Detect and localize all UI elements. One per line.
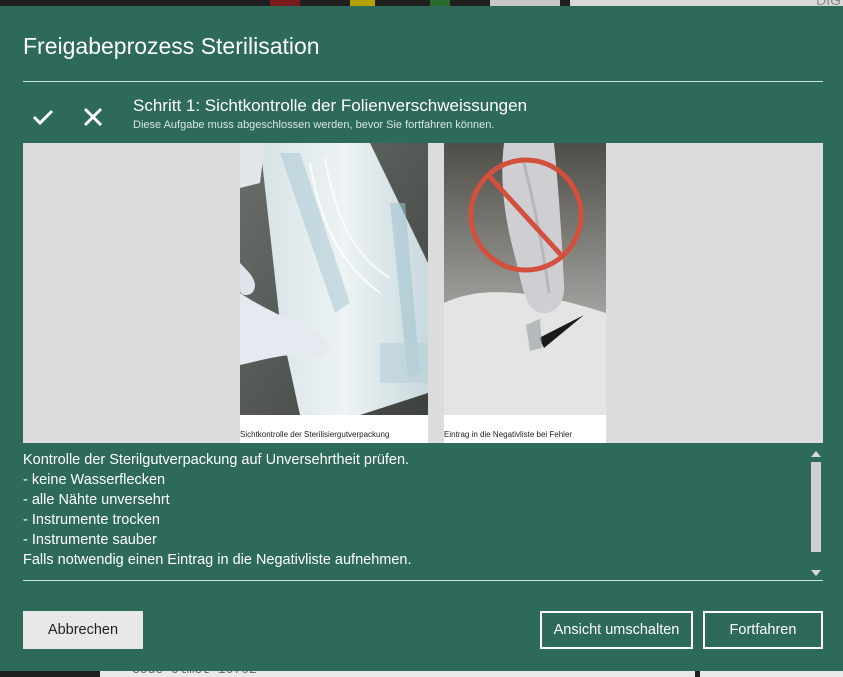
continue-button[interactable]: Fortfahren — [703, 611, 823, 649]
reject-step-button[interactable] — [73, 100, 113, 134]
sterilisation-dialog: Freigabeprozess Sterilisation Schritt 1:… — [0, 6, 843, 671]
instruction-line: - keine Wasserflecken — [23, 472, 166, 488]
close-icon — [83, 107, 103, 127]
scroll-thumb[interactable] — [811, 462, 821, 552]
divider-bottom — [23, 580, 823, 581]
dialog-title: Freigabeprozess Sterilisation — [23, 33, 320, 59]
toggle-view-button[interactable]: Ansicht umschalten — [540, 611, 693, 649]
cancel-button[interactable]: Abbrechen — [23, 611, 143, 649]
instruction-image-panel: Sichtkontrolle der Sterilisiergutverpack… — [23, 143, 823, 443]
instruction-line: Kontrolle der Sterilgutverpackung auf Un… — [23, 452, 410, 468]
step-subtitle: Diese Aufgabe muss abgeschlossen werden,… — [133, 119, 495, 131]
background-app-bottom: Code Olmet 10702 — [0, 662, 843, 677]
instruction-line: Falls notwendig einen Eintrag in die Neg… — [23, 552, 412, 568]
defect-example-image — [444, 143, 606, 415]
instruction-scrollbar[interactable] — [808, 448, 824, 578]
check-icon — [32, 109, 54, 126]
instruction-line: - alle Nähte unversehrt — [23, 492, 170, 508]
step-header: Schritt 1: Sichtkontrolle der Folienvers… — [23, 82, 823, 142]
instruction-text: Kontrolle der Sterilgutverpackung auf Un… — [23, 450, 803, 576]
step-title: Schritt 1: Sichtkontrolle der Folienvers… — [133, 96, 528, 115]
instruction-line: - Instrumente trocken — [23, 512, 160, 528]
background-panel — [700, 671, 843, 677]
figure-pouch-inspection: Sichtkontrolle der Sterilisiergutverpack… — [240, 143, 428, 443]
instruction-line: - Instrumente sauber — [23, 532, 157, 548]
left-image-caption: Sichtkontrolle der Sterilisiergutverpack… — [240, 430, 390, 439]
scroll-up-arrow-icon[interactable] — [811, 451, 821, 457]
right-image-caption: Eintrag in die Negativliste bei Fehler — [444, 430, 573, 439]
pouch-inspection-image — [240, 143, 428, 415]
figure-negative-list: Eintrag in die Negativliste bei Fehler — [444, 143, 606, 443]
confirm-step-button[interactable] — [23, 100, 63, 134]
scroll-down-arrow-icon[interactable] — [811, 570, 821, 576]
